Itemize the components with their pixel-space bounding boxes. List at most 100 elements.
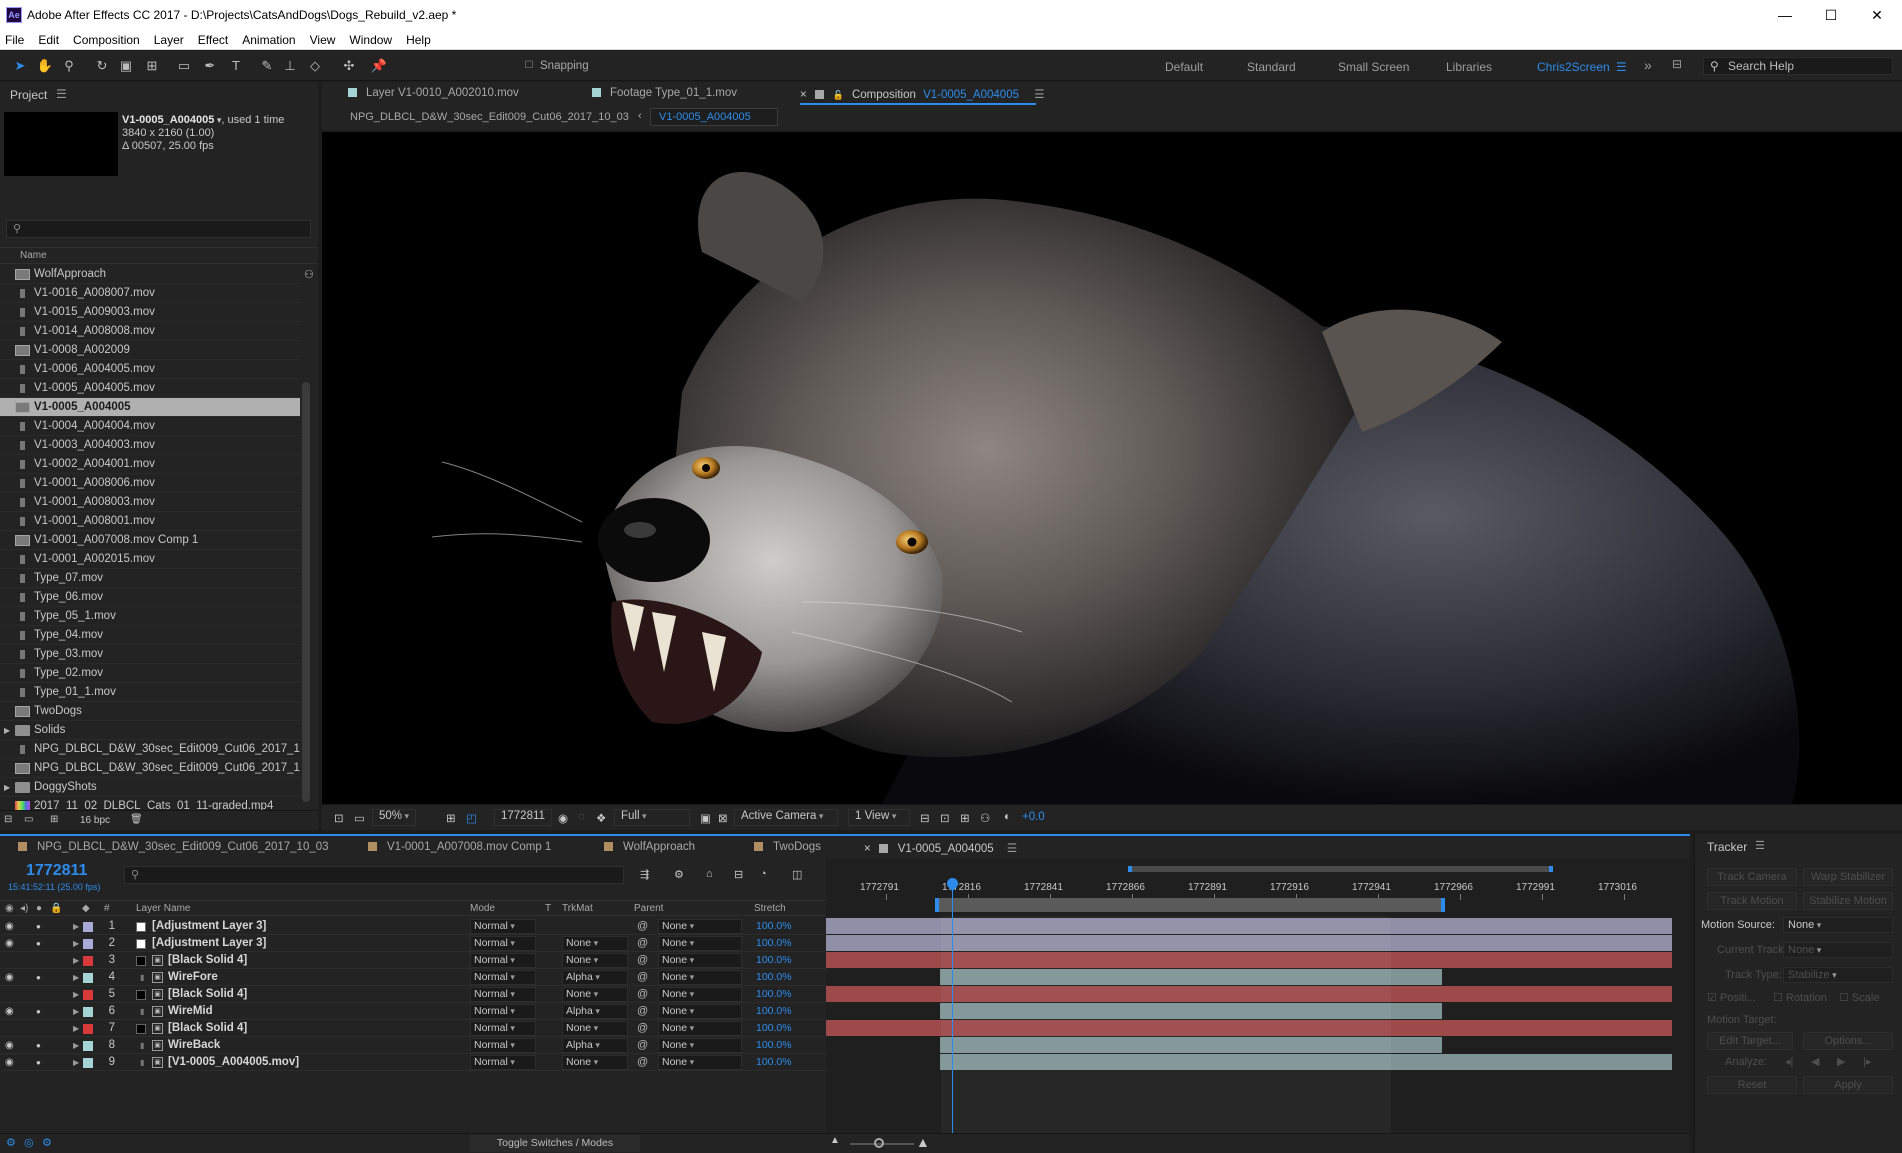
blend-mode-dropdown[interactable]: Normal [470,970,536,985]
toggle-switches-modes-button[interactable]: Toggle Switches / Modes [470,1135,640,1152]
minimize-button[interactable]: — [1762,4,1808,26]
current-track-dropdown[interactable]: None [1783,942,1893,958]
exposure-value[interactable]: +0.0 [1022,811,1045,823]
brush-tool-icon[interactable]: ✎ [258,57,276,75]
label-color-swatch[interactable] [83,990,93,1000]
graph-editor-icon[interactable]: ◫ [792,868,802,881]
timeline-menu-icon[interactable]: ☰ [1007,843,1017,855]
parent-dropdown[interactable]: None [658,987,742,1002]
blend-mode-dropdown[interactable]: Normal [470,987,536,1002]
visibility-eye-icon[interactable]: ◉ [5,918,14,935]
project-scrollbar[interactable] [302,382,310,802]
project-item[interactable]: ▶ Solids [0,721,300,740]
fast-previews-icon[interactable]: ⊡ [940,811,950,825]
label-color-swatch[interactable] [83,939,93,949]
track-matte-dropdown[interactable]: None [562,936,628,951]
layer-name[interactable]: [Adjustment Layer 3] [152,918,266,935]
scale-checkbox[interactable]: ☐ Scale [1839,991,1879,1004]
project-item[interactable]: Type_03.mov [0,645,300,664]
visibility-eye-icon[interactable]: ◉ [5,969,14,986]
menu-file[interactable]: File [5,30,24,50]
project-item[interactable]: WolfApproach [0,265,300,284]
lock-icon[interactable]: 🔓 [833,90,844,100]
blend-mode-dropdown[interactable]: Normal [470,936,536,951]
expand-triangle-icon[interactable]: ▶ [73,969,79,986]
selection-tool-icon[interactable]: ➤ [11,57,29,75]
tracker-title[interactable]: Tracker [1707,840,1747,854]
pan-behind-tool-icon[interactable]: ⊞ [143,57,161,75]
label-color-swatch[interactable] [83,956,93,966]
project-item[interactable]: NPG_DLBCL_D&W_30sec_Edit009_Cut06_2017_1… [0,759,300,778]
current-time[interactable]: 1772811 [26,862,87,880]
project-item[interactable]: V1-0004_A004004.mov [0,417,300,436]
workspace-standard[interactable]: Standard [1247,60,1296,74]
workspace-menu-icon[interactable]: ☰ [1616,60,1627,74]
selected-item-name[interactable]: V1-0005_A004005 [122,114,214,126]
track-motion-button[interactable]: Track Motion [1707,892,1797,910]
magnification-dropdown[interactable]: 50% [372,809,417,826]
parent-pickwhip-icon[interactable]: @ [637,918,648,935]
parent-dropdown[interactable]: None [658,953,742,968]
more-workspaces-button[interactable]: » [1644,57,1652,73]
parent-dropdown[interactable]: None [658,1004,742,1019]
stretch-value[interactable]: 100.0% [756,986,792,1003]
project-item[interactable]: Type_01_1.mov [0,683,300,702]
project-item[interactable]: V1-0005_A004005.mov [0,379,300,398]
work-area-bar[interactable] [935,898,1445,912]
stretch-value[interactable]: 100.0% [756,918,792,935]
workspace-chris2screen[interactable]: Chris2Screen [1537,60,1610,74]
project-item[interactable]: V1-0001_A002015.mov [0,550,300,569]
project-item[interactable]: V1-0014_A008008.mov [0,322,300,341]
layer-row[interactable]: ▶ 5 ▣ [Black Solid 4] Normal None @ None 100.0% [0,986,826,1003]
menu-view[interactable]: View [310,30,336,50]
track-matte-dropdown[interactable]: None [562,1055,628,1070]
close-tab-icon[interactable]: × [864,843,871,855]
hide-shy-layers-icon[interactable]: ⌂ [706,868,713,880]
timeline-tab-wolfapproach[interactable]: WolfApproach [604,841,695,853]
stretch-value[interactable]: 100.0% [756,952,792,969]
roto-brush-tool-icon[interactable]: ✣ [340,57,358,75]
layer-name[interactable]: [Black Solid 4] [168,986,247,1003]
expand-triangle-icon[interactable]: ▶ [4,721,10,739]
blend-mode-dropdown[interactable]: Normal [470,1038,536,1053]
project-panel-menu-icon[interactable]: ☰ [56,87,67,101]
expand-triangle-icon[interactable]: ▶ [73,986,79,1003]
reset-exposure-icon[interactable]: ◐ [1004,811,1011,823]
project-item[interactable]: Type_05_1.mov [0,607,300,626]
layer-name-column-header[interactable]: Layer Name [136,903,190,914]
layer-name[interactable]: WireFore [168,969,218,986]
menu-edit[interactable]: Edit [38,30,59,50]
new-folder-icon[interactable]: ▭ [24,814,33,825]
label-color-swatch[interactable] [83,922,93,932]
layer-name[interactable]: [Black Solid 4] [168,1020,247,1037]
menu-composition[interactable]: Composition [73,30,140,50]
track-camera-button[interactable]: Track Camera [1707,868,1797,886]
rectangle-tool-icon[interactable]: ▭ [175,57,193,75]
layer-name[interactable]: [Black Solid 4] [168,952,247,969]
color-channels-icon[interactable]: ❖ [596,811,606,825]
bit-depth-button[interactable]: 16 bpc [80,815,110,826]
apply-button[interactable]: Apply [1803,1076,1893,1094]
flowchart-view-icon[interactable]: ⚇ [980,811,990,825]
search-help-input[interactable]: ⚲ Search Help [1703,57,1893,75]
project-item[interactable]: Type_06.mov [0,588,300,607]
layer-name[interactable]: WireMid [168,1003,213,1020]
expand-triangle-icon[interactable]: ▶ [73,952,79,969]
parent-dropdown[interactable]: None [658,1055,742,1070]
interpret-footage-icon[interactable]: ⊟ [4,814,12,825]
solo-dot-icon[interactable]: ● [36,1054,41,1071]
menu-help[interactable]: Help [406,30,431,50]
parent-pickwhip-icon[interactable]: @ [637,986,648,1003]
composition-mini-flowchart-icon[interactable]: ⇶ [640,868,649,881]
project-item[interactable]: Type_02.mov [0,664,300,683]
track-matte-dropdown[interactable]: Alpha [562,970,628,985]
close-tab-icon[interactable]: × [800,89,807,101]
workspace-default[interactable]: Default [1165,60,1203,74]
menu-effect[interactable]: Effect [198,30,228,50]
stretch-value[interactable]: 100.0% [756,1003,792,1020]
analyze-forward-icon[interactable]: ▶ [1837,1055,1845,1068]
close-window-button[interactable]: ✕ [1854,4,1900,26]
label-color-swatch[interactable] [83,1058,93,1068]
visibility-eye-icon[interactable]: ◉ [5,1054,14,1071]
warp-stabilizer-button[interactable]: Warp Stabilizer [1803,868,1893,886]
